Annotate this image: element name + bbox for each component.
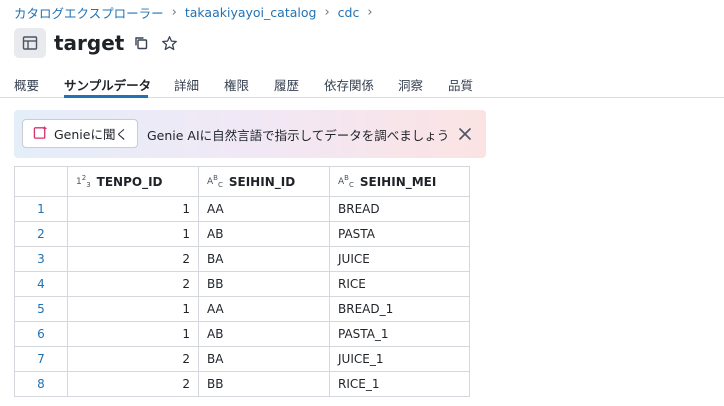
cell-seihin-id: BB — [198, 371, 330, 397]
tab-lineage[interactable]: 依存関係 — [324, 75, 374, 94]
cell-seihin-id: AA — [198, 196, 330, 222]
tab-overview[interactable]: 概要 — [14, 75, 39, 94]
breadcrumb-catalog[interactable]: takaakiyayoi_catalog — [185, 5, 317, 20]
cell-seihin-id: AA — [198, 296, 330, 322]
genie-banner: Genieに聞く Genie AIに自然言語で指示してデータを調べましょう — [14, 110, 486, 158]
page-title: target — [54, 31, 125, 55]
star-icon[interactable] — [158, 32, 180, 54]
ask-genie-button[interactable]: Genieに聞く — [22, 119, 138, 148]
cell-seihin-id: BA — [198, 246, 330, 272]
breadcrumb-separator: › — [324, 4, 330, 20]
tab-history[interactable]: 履歴 — [274, 75, 299, 94]
cell-seihin-id: BA — [198, 346, 330, 372]
table-row: 8 2 BB RICE_1 — [14, 371, 470, 397]
breadcrumb-separator: › — [367, 4, 373, 20]
row-index: 7 — [14, 346, 68, 372]
breadcrumb-catalog-explorer[interactable]: カタログエクスプローラー — [14, 3, 164, 22]
table-header-row: 123 TENPO_ID ABC SEIHIN_ID ABC SEIHIN_ME… — [14, 166, 470, 197]
row-index: 4 — [14, 271, 68, 297]
string-type-icon: ABC — [338, 173, 354, 189]
cell-tenpo-id: 2 — [67, 271, 199, 297]
row-index: 2 — [14, 221, 68, 247]
cell-tenpo-id: 2 — [67, 346, 199, 372]
table-row: 7 2 BA JUICE_1 — [14, 346, 470, 372]
column-header-seihin-id[interactable]: ABC SEIHIN_ID — [198, 166, 330, 197]
row-index: 6 — [14, 321, 68, 347]
active-tab-indicator — [64, 95, 148, 98]
tab-sample-data[interactable]: サンプルデータ — [64, 75, 151, 94]
title-row: target — [14, 28, 180, 58]
tab-bar: 概要 サンプルデータ 詳細 権限 履歴 依存関係 洞察 品質 — [0, 68, 724, 98]
ask-genie-label: Genieに聞く — [54, 127, 128, 142]
cell-seihin-id: AB — [198, 221, 330, 247]
cell-seihin-mei: JUICE — [329, 246, 470, 272]
breadcrumb: カタログエクスプローラー › takaakiyayoi_catalog › cd… — [14, 3, 381, 21]
cell-seihin-mei: RICE_1 — [329, 371, 470, 397]
column-name: TENPO_ID — [96, 174, 163, 189]
cell-seihin-mei: BREAD — [329, 196, 470, 222]
tab-insights[interactable]: 洞察 — [398, 75, 423, 94]
close-icon[interactable] — [455, 124, 475, 144]
tab-quality[interactable]: 品質 — [448, 75, 473, 94]
row-index: 1 — [14, 196, 68, 222]
table-row: 1 1 AA BREAD — [14, 196, 470, 222]
cell-seihin-mei: PASTA — [329, 221, 470, 247]
cell-tenpo-id: 1 — [67, 296, 199, 322]
genie-prompt-text: Genie AIに自然言語で指示してデータを調べましょう — [147, 128, 450, 143]
table-row: 2 1 AB PASTA — [14, 221, 470, 247]
breadcrumb-schema[interactable]: cdc — [338, 5, 360, 20]
row-index-header — [14, 166, 68, 197]
row-index: 3 — [14, 246, 68, 272]
string-type-icon: ABC — [207, 173, 223, 189]
column-header-seihin-mei[interactable]: ABC SEIHIN_MEI — [329, 166, 470, 197]
cell-tenpo-id: 2 — [67, 371, 199, 397]
table-row: 4 2 BB RICE — [14, 271, 470, 297]
cell-seihin-id: BB — [198, 271, 330, 297]
column-header-tenpo-id[interactable]: 123 TENPO_ID — [67, 166, 199, 197]
tab-permissions[interactable]: 権限 — [224, 75, 249, 94]
column-name: SEIHIN_ID — [228, 174, 296, 189]
table-row: 5 1 AA BREAD_1 — [14, 296, 470, 322]
cell-tenpo-id: 2 — [67, 246, 199, 272]
cell-seihin-mei: RICE — [329, 271, 470, 297]
tab-details[interactable]: 詳細 — [174, 75, 199, 94]
cell-seihin-mei: JUICE_1 — [329, 346, 470, 372]
cell-tenpo-id: 1 — [67, 321, 199, 347]
genie-sparkle-icon — [33, 125, 48, 143]
cell-seihin-mei: PASTA_1 — [329, 321, 470, 347]
sample-data-table: 123 TENPO_ID ABC SEIHIN_ID ABC SEIHIN_ME… — [14, 166, 470, 397]
breadcrumb-separator: › — [171, 4, 177, 20]
row-index: 8 — [14, 371, 68, 397]
cell-seihin-id: AB — [198, 321, 330, 347]
table-row: 6 1 AB PASTA_1 — [14, 321, 470, 347]
numeric-type-icon: 123 — [76, 173, 91, 189]
row-index: 5 — [14, 296, 68, 322]
cell-seihin-mei: BREAD_1 — [329, 296, 470, 322]
cell-tenpo-id: 1 — [67, 196, 199, 222]
column-name: SEIHIN_MEI — [359, 174, 437, 189]
cell-tenpo-id: 1 — [67, 221, 199, 247]
table-row: 3 2 BA JUICE — [14, 246, 470, 272]
copy-icon[interactable] — [130, 32, 152, 54]
table-icon — [14, 28, 46, 58]
